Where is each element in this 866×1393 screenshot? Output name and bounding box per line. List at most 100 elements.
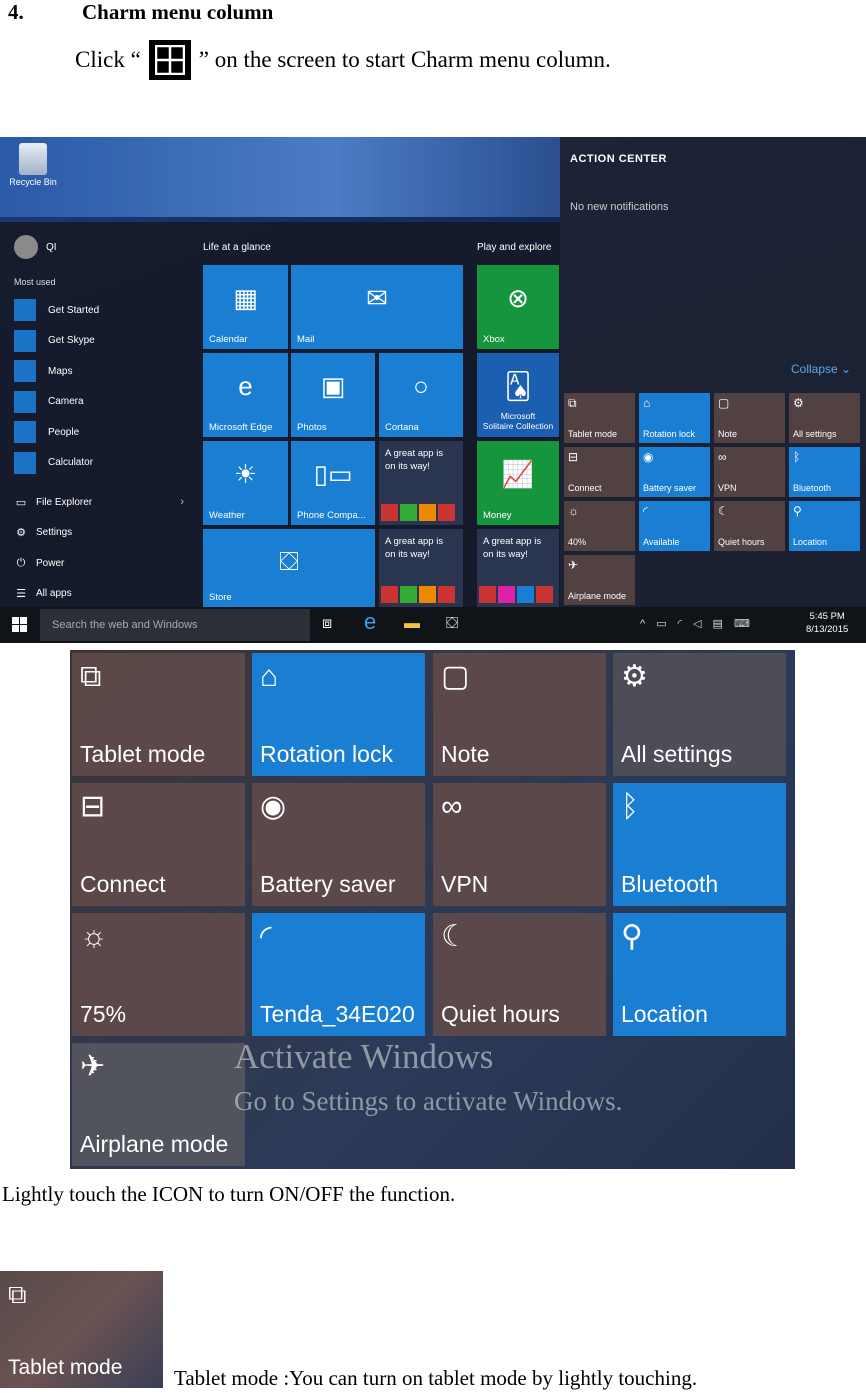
zoom-airplane-mode[interactable]: ✈ Airplane mode [72, 1043, 245, 1166]
recycle-bin-label: Recycle Bin [9, 177, 57, 187]
tile-photos[interactable]: ▣ Photos [291, 353, 375, 437]
tile-label: Cortana [385, 422, 419, 433]
tile-edge[interactable]: e Microsoft Edge [203, 353, 288, 437]
zoom-battery-saver[interactable]: ◉ Battery saver [252, 783, 425, 906]
tile-message: A great app is on its way! [385, 448, 444, 472]
tablet-mode-icon: ⧉ [8, 1279, 27, 1309]
bulb-icon [14, 299, 36, 322]
tile-xbox[interactable]: ⊗ Xbox [477, 265, 559, 349]
app-get-started[interactable]: Get Started [14, 295, 184, 326]
qa-tablet-mode[interactable]: ⧉ Tablet mode [564, 393, 635, 443]
tile-placeholder-2[interactable]: A great app is on its way! [379, 529, 463, 607]
qa-rotation-lock[interactable]: ⌂ Rotation lock [639, 393, 710, 443]
qa-label: Rotation lock [643, 429, 696, 439]
list-icon: ☰ [16, 588, 26, 601]
collapse-link[interactable]: Collapse ⌄ [791, 362, 851, 376]
power-icon: ⏻ [16, 556, 26, 569]
search-placeholder: Search the web and Windows [52, 619, 198, 631]
zoom-quiet-hours[interactable]: ☾ Quiet hours [433, 913, 606, 1036]
zoom-network[interactable]: ◜ Tenda_34E020 [252, 913, 425, 1036]
action-center-title: ACTION CENTER [570, 153, 667, 165]
tile-label: Weather [209, 510, 245, 521]
power-item[interactable]: ⏻ Power [14, 548, 184, 579]
qa-label: Connect [568, 483, 602, 493]
taskbar-clock[interactable]: 5:45 PM 8/13/2015 [806, 610, 848, 636]
system-tray-icons[interactable]: ^ ▭ ◜ ◁ ▤ ⌨ [640, 617, 754, 630]
tile-phone-companion[interactable]: ▯▭ Phone Compa... [291, 441, 375, 525]
qa-network[interactable]: ◜ Available [639, 501, 710, 551]
wifi-icon: ◜ [260, 920, 272, 953]
qa-all-settings[interactable]: ⚙ All settings [789, 393, 860, 443]
zoom-rotation-lock[interactable]: ⌂ Rotation lock [252, 653, 425, 776]
mail-icon: ✉ [366, 283, 388, 314]
app-calculator[interactable]: Calculator [14, 448, 184, 479]
zoom-connect[interactable]: ⊟ Connect [72, 783, 245, 906]
app-camera[interactable]: Camera [14, 387, 184, 418]
edge-icon[interactable]: e [364, 609, 376, 635]
tile-label: Microsoft Edge [209, 422, 273, 433]
tile-label: 75% [80, 1001, 127, 1027]
qa-label: Tablet mode [568, 429, 618, 439]
tile-label: Connect [80, 871, 166, 897]
app-label: Get Started [48, 304, 100, 316]
brightness-icon: ☼ [80, 920, 108, 953]
wifi-icon: ◜ [643, 504, 648, 518]
qa-connect[interactable]: ⊟ Connect [564, 447, 635, 497]
zoom-all-settings[interactable]: ⚙ All settings [613, 653, 786, 776]
gear-icon: ⚙ [621, 660, 648, 693]
battery-saver-icon: ◉ [260, 790, 287, 823]
tile-weather[interactable]: ☀ Weather [203, 441, 288, 525]
xbox-icon: ⊗ [507, 283, 529, 314]
tile-store[interactable]: ⛋ Store [203, 529, 375, 607]
tile-solitaire[interactable]: 🂡 Microsoft Solitaire Collection [477, 353, 559, 437]
airplane-icon: ✈ [80, 1050, 106, 1083]
tablet-mode-icon: ⧉ [568, 396, 577, 410]
qa-note[interactable]: ▢ Note [714, 393, 785, 443]
tile-placeholder-1[interactable]: A great app is on its way! [379, 441, 463, 525]
recycle-bin[interactable]: Recycle Bin [8, 143, 58, 187]
qa-airplane-mode[interactable]: ✈ Airplane mode [564, 555, 635, 605]
qa-label: Available [643, 537, 680, 547]
app-maps[interactable]: Maps [14, 356, 184, 387]
zoom-brightness[interactable]: ☼ 75% [72, 913, 245, 1036]
tile-label: Battery saver [260, 871, 396, 897]
bluetooth-icon: ᛒ [793, 450, 801, 464]
tile-mail[interactable]: ✉ Mail [291, 265, 463, 349]
tile-calendar[interactable]: ▦ Calendar [203, 265, 288, 349]
file-explorer-item[interactable]: ▭ File Explorer › [14, 487, 184, 518]
taskbar-search[interactable]: Search the web and Windows [40, 609, 310, 641]
qa-battery-saver[interactable]: ◉ Battery saver [639, 447, 710, 497]
activate-windows-watermark: Activate Windows [234, 1037, 494, 1076]
tile-label: Store [209, 592, 232, 603]
tile-label: All settings [621, 741, 733, 767]
tile-cortana[interactable]: ○ Cortana [379, 353, 463, 437]
start-button[interactable] [12, 617, 27, 637]
task-view-icon[interactable]: ⧈ [322, 615, 332, 633]
zoom-tablet-mode[interactable]: ⧉ Tablet mode [72, 653, 245, 776]
all-apps-item[interactable]: ☰ All apps [14, 579, 184, 610]
store-icon[interactable]: ⛋ [446, 615, 458, 633]
zoom-note[interactable]: ▢ Note [433, 653, 606, 776]
qa-vpn[interactable]: ∞ VPN [714, 447, 785, 497]
zoom-location[interactable]: ⚲ Location [613, 913, 786, 1036]
tile-message: A great app is on its way! [483, 536, 542, 560]
tile-placeholder-3[interactable]: A great app is on its way! [477, 529, 559, 607]
zoom-bluetooth[interactable]: ᛒ Bluetooth [613, 783, 786, 906]
desktop-wallpaper [0, 137, 560, 217]
tile-label: Airplane mode [80, 1131, 229, 1157]
app-people[interactable]: People [14, 417, 184, 448]
cortana-icon: ○ [413, 371, 429, 402]
tablet-mode-tile[interactable]: ⧉ Tablet mode [0, 1271, 163, 1388]
qa-brightness[interactable]: ☼ 40% [564, 501, 635, 551]
app-get-skype[interactable]: Get Skype [14, 326, 184, 357]
chart-up-icon: 📈 [501, 459, 535, 490]
qa-location[interactable]: ⚲ Location [789, 501, 860, 551]
calculator-icon [14, 451, 36, 474]
qa-bluetooth[interactable]: ᛒ Bluetooth [789, 447, 860, 497]
zoom-vpn[interactable]: ∞ VPN [433, 783, 606, 906]
user-account[interactable]: QI [14, 235, 57, 259]
settings-item[interactable]: ⚙ Settings [14, 518, 184, 549]
tile-money[interactable]: 📈 Money [477, 441, 559, 525]
qa-quiet-hours[interactable]: ☾ Quiet hours [714, 501, 785, 551]
folder-icon[interactable]: ▬ [404, 615, 420, 633]
